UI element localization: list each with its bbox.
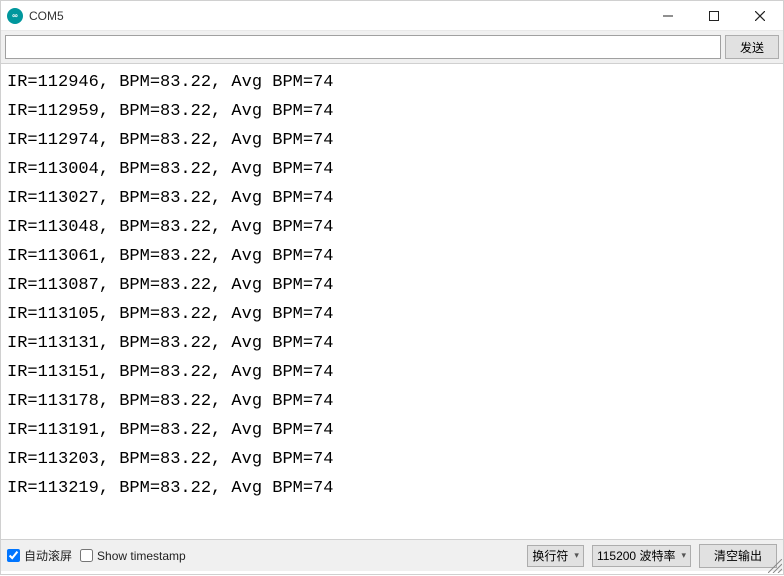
maximize-icon — [709, 11, 719, 21]
minimize-icon — [663, 11, 673, 21]
window-resize-grip[interactable] — [768, 559, 782, 573]
autoscroll-checkbox-label[interactable]: 自动滚屏 — [7, 547, 72, 564]
baud-rate-value: 115200 波特率 — [597, 547, 676, 564]
arduino-app-icon: ∞ — [7, 8, 23, 24]
window-title: COM5 — [29, 9, 645, 23]
timestamp-checkbox-label[interactable]: Show timestamp — [80, 549, 186, 563]
serial-send-input[interactable] — [5, 35, 721, 59]
chevron-down-icon: ▾ — [681, 550, 686, 561]
clear-output-button[interactable]: 清空输出 — [699, 544, 777, 568]
autoscroll-label-text: 自动滚屏 — [24, 547, 72, 564]
autoscroll-checkbox[interactable] — [7, 549, 20, 562]
serial-output-area[interactable]: IR=112946, BPM=83.22, Avg BPM=74 IR=1129… — [1, 64, 783, 539]
baud-rate-select[interactable]: 115200 波特率 ▾ — [592, 545, 691, 567]
window-minimize-button[interactable] — [645, 1, 691, 31]
timestamp-label-text: Show timestamp — [97, 549, 186, 563]
window-close-button[interactable] — [737, 1, 783, 31]
line-ending-value: 换行符 — [532, 547, 568, 564]
status-bar: 自动滚屏 Show timestamp 换行符 ▾ 115200 波特率 ▾ 清… — [1, 539, 783, 571]
line-ending-select[interactable]: 换行符 ▾ — [527, 545, 584, 567]
send-button[interactable]: 发送 — [725, 35, 779, 59]
send-toolbar: 发送 — [1, 31, 783, 64]
window-maximize-button[interactable] — [691, 1, 737, 31]
chevron-down-icon: ▾ — [574, 550, 579, 561]
window-titlebar: ∞ COM5 — [1, 1, 783, 31]
resize-grip-icon — [768, 559, 782, 573]
close-icon — [755, 11, 765, 21]
timestamp-checkbox[interactable] — [80, 549, 93, 562]
